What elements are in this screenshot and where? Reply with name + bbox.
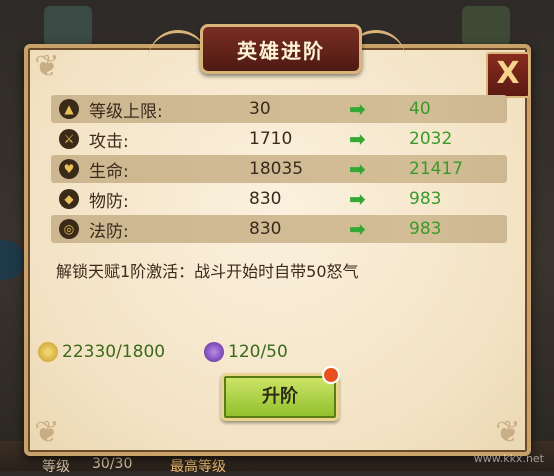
stat-current: 30 xyxy=(249,99,271,119)
corner-ornament-bl: ❦ xyxy=(34,415,60,450)
corner-ornament-br: ❦ xyxy=(495,415,521,450)
stat-row-health: ♥ 生命: 18035 ➡ 21417 xyxy=(51,155,507,183)
arrow-right-icon: ➡ xyxy=(349,97,366,121)
arrow-right-icon: ➡ xyxy=(349,127,366,151)
stat-label: 物防: xyxy=(89,191,129,212)
stats-table: ▲ 等级上限: 30 ➡ 40 ⚔ 攻击: 1710 ➡ 2032 ♥ 生命: … xyxy=(51,95,507,245)
stat-current: 18035 xyxy=(249,159,304,179)
stat-label: 等级上限: xyxy=(89,101,163,122)
arrow-right-icon: ➡ xyxy=(349,217,366,241)
orb-cost: 120/50 xyxy=(204,342,288,362)
shield-icon: ◆ xyxy=(59,189,79,209)
sword-icon: ⚔ xyxy=(59,129,79,149)
heart-icon: ♥ xyxy=(59,159,79,179)
level-up-icon: ▲ xyxy=(59,99,79,119)
crystal-orb-icon xyxy=(204,342,224,362)
notification-dot xyxy=(322,366,340,384)
stat-next: 983 xyxy=(409,219,442,239)
background-level-label: 等级 xyxy=(42,459,70,475)
gold-cost: 22330/1800 xyxy=(38,342,165,362)
title-wing-left xyxy=(148,30,208,63)
unlock-description: 解锁天赋1阶激活：战斗开始时自带50怒气 xyxy=(56,262,359,281)
gold-coin-icon xyxy=(38,342,58,362)
arrow-right-icon: ➡ xyxy=(349,157,366,181)
stat-next: 21417 xyxy=(409,159,464,179)
watermark: www.kkx.net xyxy=(473,452,544,465)
title-banner: 英雄进阶 xyxy=(200,24,362,74)
background-side-badge xyxy=(0,240,24,280)
stat-label: 法防: xyxy=(89,221,129,242)
stat-next: 983 xyxy=(409,189,442,209)
background-level-value: 30/30 xyxy=(92,456,133,472)
stat-label: 生命: xyxy=(89,161,129,182)
stat-row-physical-defense: ◆ 物防: 830 ➡ 983 xyxy=(51,185,507,213)
stat-row-attack: ⚔ 攻击: 1710 ➡ 2032 xyxy=(51,125,507,153)
stat-row-magic-defense: ◎ 法防: 830 ➡ 983 xyxy=(51,215,507,243)
arrow-right-icon: ➡ xyxy=(349,187,366,211)
stat-next: 2032 xyxy=(409,129,453,149)
stat-current: 830 xyxy=(249,219,282,239)
upgrade-button[interactable]: 升阶 xyxy=(221,373,339,421)
corner-ornament-tl: ❦ xyxy=(34,49,60,84)
background-max-level: 最高等级 xyxy=(170,459,226,475)
stat-current: 1710 xyxy=(249,129,293,149)
stat-next: 40 xyxy=(409,99,431,119)
gold-amount: 22330/1800 xyxy=(62,342,166,362)
orb-amount: 120/50 xyxy=(228,342,288,362)
background-slot-left xyxy=(44,6,92,46)
stat-label: 攻击: xyxy=(89,131,129,152)
close-button[interactable]: X xyxy=(486,52,530,98)
dialog-title: 英雄进阶 xyxy=(237,38,325,63)
background-slot-right xyxy=(462,6,510,46)
stat-row-level-cap: ▲ 等级上限: 30 ➡ 40 xyxy=(51,95,507,123)
magic-ring-icon: ◎ xyxy=(59,219,79,239)
stat-current: 830 xyxy=(249,189,282,209)
